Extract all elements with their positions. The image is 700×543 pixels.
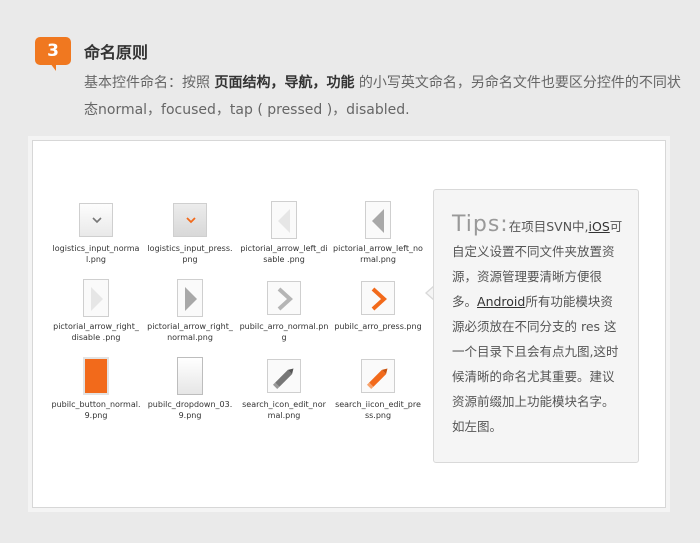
android-link: Android bbox=[477, 294, 526, 309]
file-item: pictorial_arrow_left_normal.png bbox=[331, 199, 425, 265]
example-card: logistics_input_normal.png logistics_inp… bbox=[32, 140, 666, 508]
dropdown-box-icon bbox=[177, 357, 203, 395]
ios-link: iOS bbox=[588, 219, 610, 234]
file-name: pubilc_button_normal.9.png bbox=[51, 400, 141, 420]
file-item: pubilc_arro_press.png bbox=[331, 277, 425, 343]
badge-tail bbox=[50, 63, 56, 71]
file-name: logistics_input_normal.png bbox=[52, 244, 140, 264]
file-item: pubilc_arro_normal.png bbox=[237, 277, 331, 343]
file-name: logistics_input_press.png bbox=[147, 244, 233, 264]
file-name: pubilc_dropdown_03.9.png bbox=[147, 400, 233, 420]
chevron-down-orange-icon bbox=[173, 203, 207, 237]
chevron-right-orange-icon bbox=[361, 281, 395, 315]
file-grid: logistics_input_normal.png logistics_inp… bbox=[49, 199, 429, 421]
tips-box: Tips:在项目SVN中,iOS可自定义设置不同文件夹放置资源，资源管理要清晰方… bbox=[433, 189, 639, 463]
file-item: search_icon_edit_normal.png bbox=[237, 355, 331, 421]
chevron-down-gray-icon bbox=[79, 203, 113, 237]
pencil-gray-icon bbox=[267, 359, 301, 393]
arrow-right-disabled-icon bbox=[83, 279, 109, 317]
desc-part-1: 基本控件命名：按照 bbox=[84, 75, 215, 91]
file-item: pictorial_arrow_right_normal.png bbox=[143, 277, 237, 343]
file-name: pictorial_arrow_right_disable .png bbox=[53, 322, 139, 342]
arrow-left-disabled-icon bbox=[271, 201, 297, 239]
file-item: logistics_input_press.png bbox=[143, 199, 237, 265]
tips-heading: Tips: bbox=[452, 212, 509, 237]
file-item: pictorial_arrow_right_disable .png bbox=[49, 277, 143, 343]
section-description: 基本控件命名：按照 页面结构，导航，功能 的小写英文命名，另命名文件也要区分控件… bbox=[84, 70, 684, 124]
pencil-orange-icon bbox=[361, 359, 395, 393]
file-name: search_iicon_edit_press.png bbox=[335, 400, 421, 420]
file-item: pubilc_dropdown_03.9.png bbox=[143, 355, 237, 421]
file-item: pictorial_arrow_left_disable .png bbox=[237, 199, 331, 265]
file-name: pictorial_arrow_left_normal.png bbox=[333, 244, 423, 264]
arrow-right-normal-icon bbox=[177, 279, 203, 317]
tips-text-1: 在项目SVN中, bbox=[508, 219, 589, 234]
chevron-right-gray-icon bbox=[267, 281, 301, 315]
section-title: 命名原则 bbox=[84, 43, 149, 62]
file-item: search_iicon_edit_press.png bbox=[331, 355, 425, 421]
file-name: pubilc_arro_press.png bbox=[334, 322, 422, 331]
tips-text-3: 所有功能模块资源必须放在不同分支的 res 这一个目录下且会有点九图,这时候清晰… bbox=[452, 294, 619, 434]
orange-button-icon bbox=[83, 357, 109, 395]
section-number-badge: 3 bbox=[35, 37, 71, 65]
file-item: pubilc_button_normal.9.png bbox=[49, 355, 143, 421]
file-item: logistics_input_normal.png bbox=[49, 199, 143, 265]
file-name: pictorial_arrow_left_disable .png bbox=[240, 244, 328, 264]
desc-bold: 页面结构，导航，功能 bbox=[214, 75, 355, 91]
arrow-left-normal-icon bbox=[365, 201, 391, 239]
file-name: pubilc_arro_normal.png bbox=[239, 322, 329, 342]
file-name: pictorial_arrow_right_normal.png bbox=[147, 322, 233, 342]
file-name: search_icon_edit_normal.png bbox=[242, 400, 326, 420]
